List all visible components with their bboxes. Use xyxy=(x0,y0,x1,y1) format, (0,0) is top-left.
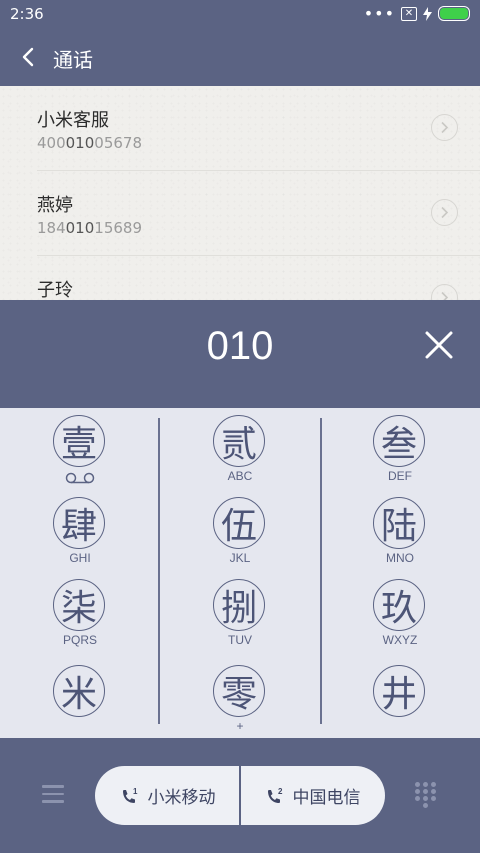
key-glyph: 陆 xyxy=(373,497,425,549)
key-6[interactable]: 陆 MNO xyxy=(320,490,480,572)
key-glyph: 米 xyxy=(53,665,105,717)
bolt-icon xyxy=(423,6,432,21)
dial-keypad: 壹 贰 ABC 叁 DEF 肆 GHI 伍 JKL 陆 MNO 柒 PQRS 捌… xyxy=(0,408,480,738)
svg-text:1: 1 xyxy=(133,787,138,796)
contact-number: 40001005678 xyxy=(37,134,142,152)
detail-chevron-icon[interactable] xyxy=(431,199,458,226)
contact-number: 18401015689 xyxy=(37,219,142,237)
contact-name: 子玲 xyxy=(37,280,73,300)
contact-list: 小米客服 40001005678 燕婷 18401015689 子玲 xyxy=(0,86,480,300)
key-3[interactable]: 叁 DEF xyxy=(320,408,480,490)
call-buttons: 1 小米移动 2 中国电信 xyxy=(95,766,385,825)
status-bar: 2:36 ••• ✕ xyxy=(0,0,480,28)
key-8[interactable]: 捌 TUV xyxy=(160,572,320,654)
key-1[interactable]: 壹 xyxy=(0,408,160,490)
notification-dots: ••• xyxy=(363,3,395,23)
contact-name: 小米客服 xyxy=(37,110,109,131)
contact-name: 燕婷 xyxy=(37,195,73,216)
key-letters: + xyxy=(236,719,244,733)
call-sim2-button[interactable]: 2 中国电信 xyxy=(240,766,385,825)
contact-item[interactable]: 燕婷 18401015689 xyxy=(37,171,480,256)
key-letters: MNO xyxy=(386,551,414,565)
phone-sim1-icon: 1 xyxy=(122,787,138,803)
key-glyph: 壹 xyxy=(53,415,105,467)
key-letters: GHI xyxy=(69,551,91,565)
key-letters: DEF xyxy=(388,469,412,483)
key-glyph: 捌 xyxy=(213,579,265,631)
key-letters: JKL xyxy=(229,551,251,565)
key-glyph: 伍 xyxy=(213,497,265,549)
key-glyph: 贰 xyxy=(213,415,265,467)
key-7[interactable]: 柒 PQRS xyxy=(0,572,160,654)
battery-icon xyxy=(438,6,470,21)
key-letters: PQRS xyxy=(62,633,97,647)
chevron-left-icon[interactable] xyxy=(18,42,42,72)
detail-chevron-icon[interactable] xyxy=(431,114,458,141)
sim-x-icon: ✕ xyxy=(401,6,417,21)
key-letters: WXYZ xyxy=(382,633,418,647)
key-4[interactable]: 肆 GHI xyxy=(0,490,160,572)
dial-display: 010 xyxy=(0,300,480,408)
phone-sim2-icon: 2 xyxy=(267,787,283,803)
key-letters: ABC xyxy=(227,469,253,483)
key-letters: TUV xyxy=(228,633,252,647)
detail-chevron-icon[interactable] xyxy=(431,284,458,300)
key-9[interactable]: 玖 WXYZ xyxy=(320,572,480,654)
key-5[interactable]: 伍 JKL xyxy=(160,490,320,572)
status-time: 2:36 xyxy=(10,5,44,23)
sim2-label: 中国电信 xyxy=(292,788,361,808)
dialed-digits: 010 xyxy=(206,324,274,368)
key-hash[interactable]: 井 xyxy=(320,658,480,740)
call-sim1-button[interactable]: 1 小米移动 xyxy=(95,766,240,825)
key-glyph: 柒 xyxy=(53,579,105,631)
key-2[interactable]: 贰 ABC xyxy=(160,408,320,490)
status-icons: ••• ✕ xyxy=(363,3,470,23)
key-glyph: 叁 xyxy=(373,415,425,467)
page-title: 通话 xyxy=(53,48,93,72)
key-glyph: 井 xyxy=(373,665,425,717)
dialpad-icon[interactable] xyxy=(415,782,437,808)
contact-item[interactable]: 子玲 xyxy=(37,256,480,300)
key-glyph: 零 xyxy=(213,665,265,717)
key-0[interactable]: 零 + xyxy=(160,658,320,740)
menu-icon[interactable] xyxy=(42,785,64,803)
close-icon[interactable] xyxy=(424,330,454,360)
key-glyph: 肆 xyxy=(53,497,105,549)
key-glyph: 玖 xyxy=(373,579,425,631)
svg-text:2: 2 xyxy=(278,787,283,796)
bottom-bar: 1 小米移动 2 中国电信 xyxy=(0,738,480,853)
contact-item[interactable]: 小米客服 40001005678 xyxy=(37,86,480,171)
voicemail-icon xyxy=(65,472,95,484)
app-bar: 通话 xyxy=(0,28,480,86)
sim1-label: 小米移动 xyxy=(147,788,216,808)
key-star[interactable]: 米 xyxy=(0,658,160,740)
